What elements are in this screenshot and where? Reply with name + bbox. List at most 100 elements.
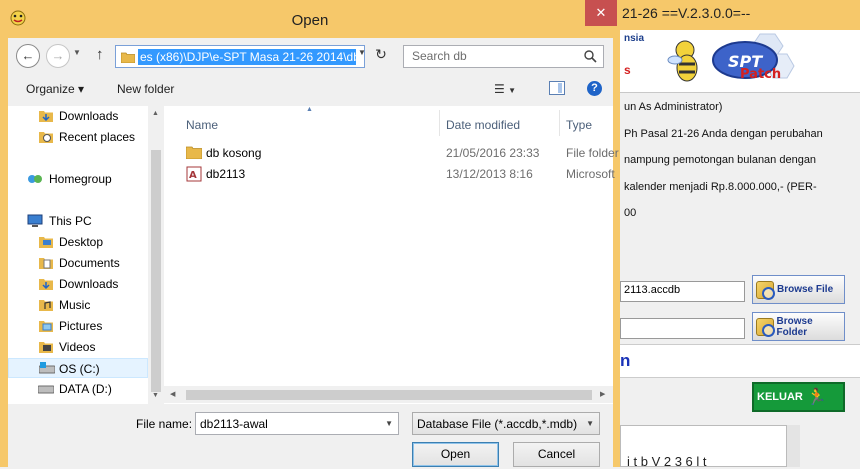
column-divider[interactable] — [439, 110, 440, 136]
browse-folder-button[interactable]: Browse Folder — [752, 312, 845, 341]
nav-item-recent-places[interactable]: Recent places — [8, 127, 148, 147]
action-bar-text: n — [620, 351, 631, 370]
scroll-down-icon[interactable]: ▼ — [152, 392, 159, 399]
background-app-action-bar[interactable]: n — [620, 344, 860, 378]
refresh-button[interactable]: ↻ — [371, 46, 391, 66]
keluar-button[interactable]: KELUAR 🏃 — [752, 382, 845, 412]
search-input[interactable]: Search db — [403, 45, 604, 68]
file-list-horizontal-scrollbar[interactable]: ◀ ▶ — [164, 386, 613, 403]
nav-item-this-pc[interactable]: This PC — [8, 211, 148, 231]
recent-locations-dropdown[interactable]: ▼ — [73, 48, 81, 57]
browse-folder-icon — [756, 317, 775, 337]
nav-label: DATA (D:) — [59, 382, 112, 396]
nav-label: Recent places — [59, 130, 136, 144]
nav-label: Homegroup — [49, 172, 112, 186]
access-database-icon: A — [186, 166, 202, 182]
nav-label: This PC — [49, 214, 92, 228]
help-button[interactable]: ? — [587, 81, 602, 96]
file-name-value: db2113-awal — [200, 417, 268, 431]
file-row[interactable]: db kosong 21/05/2016 23:33 File folder — [164, 143, 619, 163]
scrollbar-thumb[interactable] — [186, 390, 592, 400]
downloads-folder-icon — [39, 111, 53, 122]
background-app-title: 21-26 ==V.2.3.0.0=-- — [622, 5, 751, 21]
file-row[interactable]: A db2113 13/12/2013 8:16 Microsoft — [164, 164, 615, 184]
address-bar[interactable]: es (x86)\DJP\e-SPT Masa 21-26 2014\db ▼ — [115, 45, 366, 68]
scroll-right-icon[interactable]: ▶ — [600, 390, 605, 398]
nav-item-downloads[interactable]: Downloads — [8, 106, 148, 126]
desc-line: 00 — [624, 207, 637, 219]
preview-pane-button[interactable] — [549, 81, 565, 95]
nav-label: Desktop — [59, 235, 104, 249]
forward-button[interactable]: → — [46, 44, 70, 68]
selected-folder-field[interactable] — [620, 318, 745, 339]
nav-item-documents[interactable]: Documents — [8, 253, 148, 273]
drive-icon — [38, 385, 54, 394]
espt-patch-logo-icon: SPT Patch — [667, 33, 795, 82]
documents-folder-icon — [39, 258, 53, 269]
file-date: 21/05/2016 23:33 — [446, 146, 540, 160]
background-app-description: un As Administrator) Ph Pasal 21-26 Anda… — [620, 92, 860, 272]
chevron-down-icon[interactable]: ▼ — [385, 419, 393, 428]
music-folder-icon — [39, 300, 53, 311]
nav-item-videos[interactable]: Videos — [8, 337, 148, 357]
nav-item-downloads-2[interactable]: Downloads — [8, 274, 148, 294]
nav-item-homegroup[interactable]: Homegroup — [8, 169, 148, 189]
computer-icon — [27, 214, 43, 227]
file-type: Microsoft — [566, 167, 615, 181]
address-path[interactable]: es (x86)\DJP\e-SPT Masa 21-26 2014\db — [138, 49, 356, 65]
change-view-button[interactable]: ☰ ▼ — [494, 82, 516, 96]
keluar-label: KELUAR — [757, 391, 803, 403]
file-name-input[interactable]: db2113-awal ▼ — [195, 412, 399, 435]
new-folder-button[interactable]: New folder — [117, 82, 174, 96]
open-file-dialog: Open ✕ ← → ▼ ↑ es (x86)\DJP\e-SPT Masa 2… — [0, 0, 620, 467]
nav-label: Videos — [59, 340, 96, 354]
nav-label: Documents — [59, 256, 120, 270]
header-text-1: nsia — [624, 33, 645, 44]
chevron-down-icon[interactable]: ▼ — [358, 48, 366, 57]
column-header-name[interactable]: Name — [186, 118, 218, 132]
organize-menu-button[interactable]: Organize ▾ — [26, 82, 84, 96]
pictures-folder-icon — [39, 321, 53, 332]
arrow-right-icon: → — [51, 48, 65, 63]
search-placeholder: Search db — [412, 49, 467, 63]
selected-file-field[interactable]: 2113.accdb — [620, 281, 745, 302]
column-header-date-modified[interactable]: Date modified — [446, 118, 520, 132]
browse-file-button[interactable]: Browse File — [752, 275, 845, 304]
homegroup-icon — [28, 175, 42, 183]
scroll-up-icon[interactable]: ▲ — [152, 110, 159, 117]
nav-item-os-c[interactable]: OS (C:) — [8, 358, 148, 378]
scrollbar-thumb[interactable] — [151, 150, 161, 392]
drive-c-icon — [39, 362, 55, 374]
dialog-titlebar[interactable]: Open ✕ — [0, 0, 620, 38]
nav-item-pictures[interactable]: Pictures — [8, 316, 148, 336]
refresh-icon: ↻ — [375, 46, 387, 62]
background-app-scrollbar[interactable] — [786, 425, 800, 467]
svg-text:A: A — [189, 170, 197, 181]
desc-line: kalender menjadi Rp.8.000.000,- (PER- — [624, 181, 817, 193]
sort-ascending-icon: ▲ — [306, 106, 313, 113]
up-one-level-button[interactable]: ↑ — [96, 46, 104, 63]
column-divider[interactable] — [559, 110, 560, 136]
desc-line: Ph Pasal 21-26 Anda dengan perubahan — [624, 128, 823, 140]
chevron-down-icon: ▼ — [586, 419, 594, 428]
chevron-down-icon: ▼ — [508, 86, 517, 95]
dialog-body: ← → ▼ ↑ es (x86)\DJP\e-SPT Masa 21-26 20… — [8, 38, 619, 467]
background-app-header: nsia s SPT Patch — [620, 30, 860, 92]
column-header-type[interactable]: Type — [566, 118, 592, 132]
nav-item-music[interactable]: Music — [8, 295, 148, 315]
close-button[interactable]: ✕ — [585, 0, 617, 26]
nav-item-data-d[interactable]: DATA (D:) — [8, 379, 148, 399]
navigation-pane: Downloads Recent places Homegroup This P… — [8, 106, 163, 404]
cancel-button[interactable]: Cancel — [513, 442, 600, 467]
file-name: db2113 — [206, 167, 246, 181]
nav-item-desktop[interactable]: Desktop — [8, 232, 148, 252]
file-date: 13/12/2013 8:16 — [446, 167, 533, 181]
open-button[interactable]: Open — [412, 442, 499, 467]
nav-label: Downloads — [59, 277, 119, 291]
browse-file-icon — [756, 280, 775, 300]
file-type-select[interactable]: Database File (*.accdb,*.mdb) ▼ — [412, 412, 600, 435]
scroll-left-icon[interactable]: ◀ — [170, 390, 175, 398]
back-button[interactable]: ← — [16, 44, 40, 68]
background-app-text-area: i t b V 2 3 6 l t — [620, 425, 800, 469]
logo-text: Patch — [740, 67, 781, 82]
